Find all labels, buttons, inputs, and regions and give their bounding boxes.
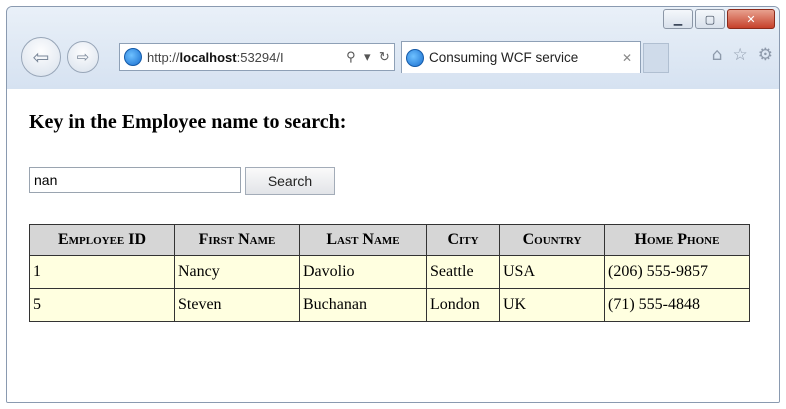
forward-button[interactable]: ⇨ bbox=[67, 41, 99, 73]
page-content: Key in the Employee name to search: Sear… bbox=[7, 89, 779, 402]
address-bar[interactable]: http://localhost:53294/I ⚲ ▾ ↻ bbox=[119, 43, 395, 71]
tab-page-icon bbox=[406, 48, 424, 67]
cell-first-name: Nancy bbox=[174, 255, 300, 289]
employee-search-input[interactable] bbox=[29, 167, 241, 193]
url-prefix: http:// bbox=[147, 49, 180, 65]
tab-title: Consuming WCF service bbox=[429, 50, 579, 65]
cell-city: Seattle bbox=[426, 255, 500, 289]
back-button[interactable]: ⇦ bbox=[21, 37, 61, 77]
table-row: 1 Nancy Davolio Seattle USA (206) 555-98… bbox=[29, 255, 750, 289]
address-controls: ⚲ ▾ ↻ bbox=[342, 49, 394, 65]
window-controls: ▁ ▢ ✕ bbox=[661, 9, 775, 29]
cell-home-phone: (71) 555-4848 bbox=[604, 288, 750, 322]
search-button[interactable]: Search bbox=[245, 167, 335, 195]
refresh-icon[interactable]: ↻ bbox=[379, 49, 390, 65]
employee-table: Employee ID First Name Last Name City Co… bbox=[29, 224, 750, 322]
settings-gear-icon[interactable]: ⚙ bbox=[758, 45, 773, 65]
toolbar-icons: ⌂ ☆ ⚙ bbox=[712, 45, 773, 65]
cell-first-name: Steven bbox=[174, 288, 300, 322]
column-header-city: City bbox=[426, 224, 500, 256]
address-url[interactable]: http://localhost:53294/I bbox=[147, 50, 342, 65]
cell-city: London bbox=[426, 288, 500, 322]
favorites-star-icon[interactable]: ☆ bbox=[733, 45, 748, 65]
column-header-employee-id: Employee ID bbox=[29, 224, 175, 256]
maximize-icon[interactable]: ▢ bbox=[695, 9, 725, 29]
column-header-country: Country bbox=[499, 224, 605, 256]
search-icon[interactable]: ⚲ bbox=[346, 49, 356, 65]
tab-close-icon[interactable]: ✕ bbox=[622, 51, 632, 65]
forward-arrow-icon: ⇨ bbox=[76, 48, 90, 66]
cell-last-name: Davolio bbox=[299, 255, 427, 289]
back-arrow-icon: ⇦ bbox=[32, 45, 50, 69]
cell-last-name: Buchanan bbox=[299, 288, 427, 322]
url-rest: :53294/I bbox=[236, 49, 284, 65]
dropdown-icon[interactable]: ▾ bbox=[364, 49, 371, 65]
cell-country: USA bbox=[499, 255, 605, 289]
browser-chrome: ▁ ▢ ✕ ⇦ ⇨ http://localhost:53294/I ⚲ ▾ ↻… bbox=[7, 7, 779, 90]
cell-employee-id: 1 bbox=[29, 255, 175, 289]
cell-employee-id: 5 bbox=[29, 288, 175, 322]
column-header-first-name: First Name bbox=[174, 224, 300, 256]
table-row: 5 Steven Buchanan London UK (71) 555-484… bbox=[29, 288, 750, 322]
new-tab-button[interactable] bbox=[643, 43, 669, 73]
column-header-home-phone: Home Phone bbox=[604, 224, 750, 256]
home-icon[interactable]: ⌂ bbox=[712, 45, 723, 65]
cell-country: UK bbox=[499, 288, 605, 322]
browser-window: ▁ ▢ ✕ ⇦ ⇨ http://localhost:53294/I ⚲ ▾ ↻… bbox=[6, 6, 780, 403]
ie-page-icon bbox=[124, 48, 142, 66]
tab-consuming-wcf[interactable]: Consuming WCF service ✕ bbox=[401, 41, 641, 73]
url-host: localhost bbox=[179, 49, 237, 65]
page-heading: Key in the Employee name to search: bbox=[29, 111, 347, 133]
close-icon[interactable]: ✕ bbox=[727, 9, 775, 29]
cell-home-phone: (206) 555-9857 bbox=[604, 255, 750, 289]
column-header-last-name: Last Name bbox=[299, 224, 427, 256]
minimize-icon[interactable]: ▁ bbox=[663, 9, 693, 29]
table-header-row: Employee ID First Name Last Name City Co… bbox=[29, 224, 750, 256]
